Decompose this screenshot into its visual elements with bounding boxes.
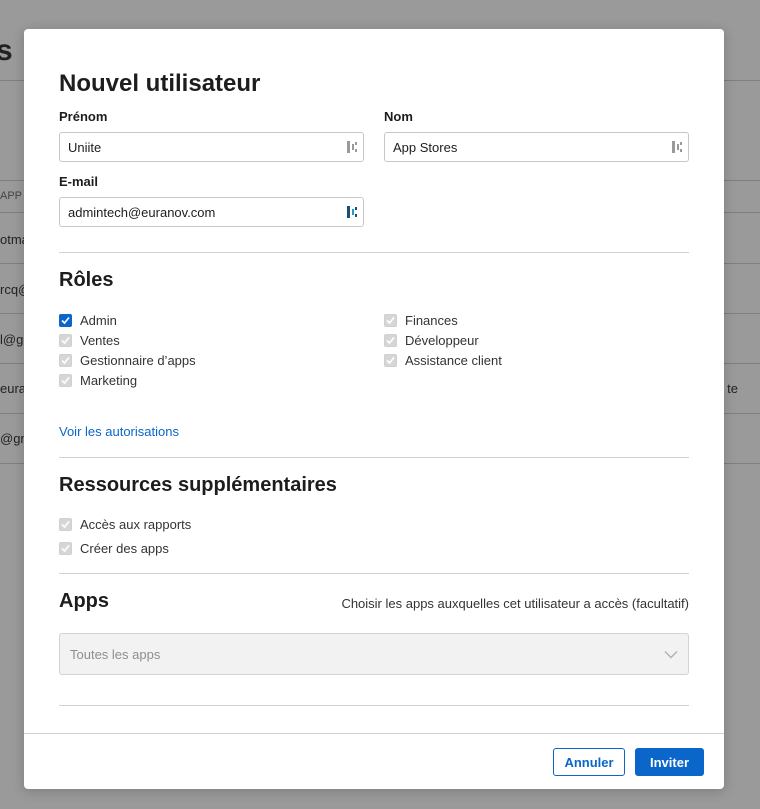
resource-label: Créer des apps	[80, 540, 169, 556]
chevron-down-icon	[664, 650, 678, 658]
section-divider	[59, 457, 689, 458]
footer-divider	[24, 733, 724, 734]
checkbox-disabled-icon	[384, 333, 397, 347]
section-divider	[59, 252, 689, 253]
checkbox-disabled-icon	[384, 353, 397, 367]
roles-section-title: Rôles	[59, 269, 114, 291]
checkbox-checked-icon[interactable]	[59, 313, 72, 327]
checkbox-disabled-icon	[59, 517, 72, 531]
email-label: E-mail	[59, 174, 99, 189]
role-checkbox-admin[interactable]: Admin	[59, 312, 117, 328]
section-divider	[59, 705, 689, 706]
checkbox-disabled-icon	[59, 373, 72, 387]
background-table-row: l@g	[0, 332, 24, 347]
background-table-cell: te	[727, 381, 738, 396]
role-label: Développeur	[405, 332, 479, 348]
checkbox-disabled-icon	[59, 333, 72, 347]
autofill-icon[interactable]	[345, 205, 359, 219]
role-checkbox-sales: Ventes	[59, 332, 120, 348]
role-label: Finances	[405, 312, 458, 328]
background-page-title: s	[0, 34, 13, 67]
resource-checkbox-create-apps: Créer des apps	[59, 540, 169, 556]
last-name-field[interactable]	[384, 132, 689, 162]
role-checkbox-developer: Développeur	[384, 332, 479, 348]
autofill-icon[interactable]	[345, 140, 359, 154]
background-table-row: eura	[0, 381, 27, 396]
first-name-field[interactable]	[59, 132, 364, 162]
invite-button[interactable]: Inviter	[635, 748, 704, 776]
checkbox-disabled-icon	[59, 541, 72, 555]
background-column-header: APP	[0, 190, 23, 202]
modal-title: Nouvel utilisateur	[59, 70, 261, 97]
resources-section-title: Ressources supplémentaires	[59, 474, 337, 496]
apps-hint: Choisir les apps auxquelles cet utilisat…	[341, 596, 689, 611]
role-label: Admin	[80, 312, 117, 328]
role-label: Gestionnaire d’apps	[80, 352, 196, 368]
resource-checkbox-reports: Accès aux rapports	[59, 516, 191, 532]
role-label: Ventes	[80, 332, 120, 348]
resource-label: Accès aux rapports	[80, 516, 192, 532]
first-name-label: Prénom	[59, 109, 108, 124]
last-name-label: Nom	[384, 109, 413, 124]
cancel-button[interactable]: Annuler	[553, 748, 625, 776]
section-divider	[59, 573, 689, 574]
role-checkbox-customer-support: Assistance client	[384, 352, 502, 368]
email-field[interactable]	[59, 197, 364, 227]
view-permissions-link[interactable]: Voir les autorisations	[59, 424, 179, 439]
role-label: Marketing	[80, 372, 138, 388]
apps-select-value: Toutes les apps	[70, 646, 161, 662]
role-checkbox-finance: Finances	[384, 312, 458, 328]
checkbox-disabled-icon	[384, 313, 397, 327]
apps-select[interactable]: Toutes les apps	[59, 633, 689, 675]
role-checkbox-app-manager: Gestionnaire d’apps	[59, 352, 196, 368]
checkbox-disabled-icon	[59, 353, 72, 367]
role-label: Assistance client	[405, 352, 502, 368]
role-checkbox-marketing: Marketing	[59, 372, 137, 388]
new-user-modal: Nouvel utilisateur Prénom Nom E-mail Rôl…	[24, 29, 724, 789]
autofill-icon[interactable]	[670, 140, 684, 154]
apps-section-title: Apps	[59, 590, 109, 612]
